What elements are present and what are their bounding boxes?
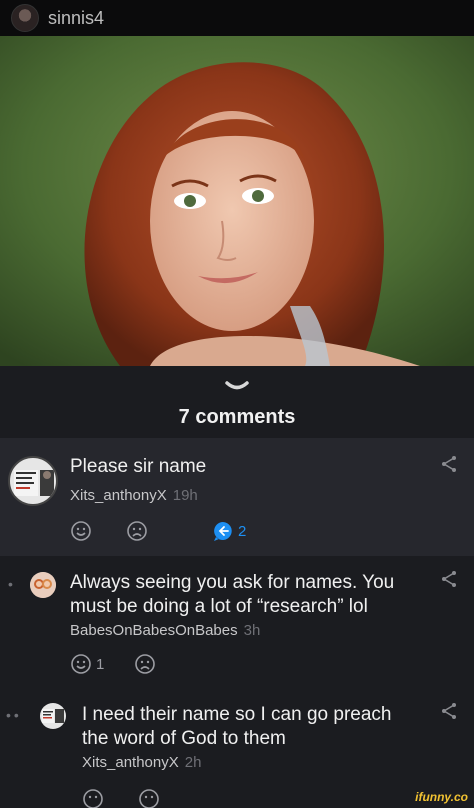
comment-item: • Always seeing you ask for names. You m… bbox=[0, 556, 474, 688]
comments-header[interactable]: 7 comments bbox=[0, 366, 474, 438]
thread-indicator: • bbox=[8, 576, 16, 592]
comment-meta: Xits_anthonyX 2h bbox=[82, 754, 201, 771]
chevron-down-icon[interactable] bbox=[224, 380, 250, 394]
commenter-avatar[interactable] bbox=[8, 456, 58, 506]
smile-icon bbox=[71, 654, 91, 674]
commenter-avatar[interactable] bbox=[40, 703, 66, 729]
frown-icon bbox=[127, 521, 147, 541]
share-icon[interactable] bbox=[440, 702, 458, 720]
like-count: 1 bbox=[96, 655, 105, 673]
smile-icon bbox=[71, 521, 91, 541]
smile-icon bbox=[83, 789, 103, 808]
comments-count-title: 7 comments bbox=[178, 406, 296, 428]
smile-button[interactable]: 1 bbox=[70, 653, 104, 675]
comment-text: I need their name so I can go preach bbox=[82, 704, 392, 725]
frown-button[interactable] bbox=[138, 788, 160, 808]
share-icon[interactable] bbox=[440, 570, 458, 588]
smile-button[interactable] bbox=[82, 788, 104, 808]
comment-meta: BabesOnBabesOnBabes 3h bbox=[70, 622, 260, 639]
reply-bubble-icon bbox=[214, 522, 232, 541]
replies-button[interactable]: 2 bbox=[212, 520, 246, 542]
comment-time: 19h bbox=[172, 487, 198, 504]
comment-text: Please sir name bbox=[70, 456, 207, 477]
comment-time: 2h bbox=[184, 754, 202, 771]
comment-text: Always seeing you ask for names. You bbox=[70, 572, 395, 593]
user-avatar[interactable] bbox=[11, 4, 39, 32]
comment-author[interactable]: BabesOnBabesOnBabes bbox=[70, 622, 238, 639]
watermark: ifunny.co bbox=[415, 790, 468, 804]
post-image[interactable] bbox=[0, 36, 474, 366]
username[interactable]: sinnis4 bbox=[48, 8, 104, 29]
share-icon[interactable] bbox=[440, 455, 458, 473]
frown-icon bbox=[135, 654, 155, 674]
comment-text: must be doing a lot of “research” lol bbox=[70, 596, 368, 617]
reply-count: 2 bbox=[238, 522, 247, 540]
thread-indicator: •• bbox=[6, 707, 22, 723]
comment-time: 3h bbox=[243, 622, 261, 639]
comment-text: the word of God to them bbox=[82, 728, 286, 749]
comment-item: Please sir name Xits_anthonyX 19h 2 bbox=[0, 438, 474, 556]
frown-icon bbox=[139, 789, 159, 808]
frown-button[interactable] bbox=[126, 520, 148, 542]
comment-author[interactable]: Xits_anthonyX bbox=[82, 754, 179, 771]
post-header: sinnis4 bbox=[0, 0, 474, 36]
comment-meta: Xits_anthonyX 19h bbox=[70, 487, 198, 504]
commenter-avatar[interactable] bbox=[30, 572, 56, 598]
frown-button[interactable] bbox=[134, 653, 156, 675]
smile-button[interactable] bbox=[70, 520, 92, 542]
comment-author[interactable]: Xits_anthonyX bbox=[70, 487, 167, 504]
comment-item: •• I need their name so I can go preach … bbox=[0, 688, 474, 808]
